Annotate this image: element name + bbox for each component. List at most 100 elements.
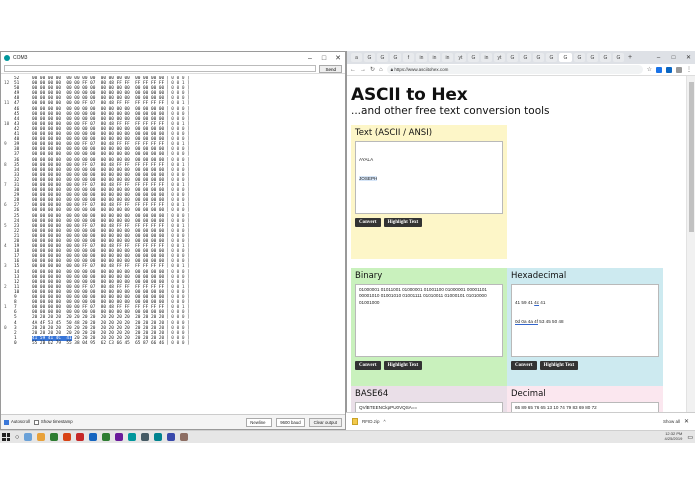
linkedin-extension-icon[interactable] [666, 66, 672, 73]
browser-tab[interactable]: G [559, 53, 572, 62]
app-icon[interactable] [167, 433, 176, 441]
close-icon[interactable]: ✕ [684, 418, 689, 425]
search-icon[interactable]: ○ [15, 434, 19, 441]
forward-icon[interactable]: → [360, 67, 366, 73]
text-convert-button[interactable]: Convert [355, 218, 381, 227]
browser-tab[interactable]: G [468, 53, 479, 62]
autoscroll-checkbox[interactable]: Autoscroll [4, 419, 30, 425]
hex-convert-button[interactable]: Convert [511, 361, 537, 370]
reload-icon[interactable]: ↻ [370, 66, 375, 73]
new-tab-icon[interactable]: + [628, 54, 632, 61]
text-panel-title: Text (ASCII / ANSI) [355, 128, 433, 138]
menu-icon[interactable]: ⋮ [686, 66, 692, 73]
browser-tab[interactable]: in [442, 53, 453, 62]
clock[interactable]: 12:32 PM 4/25/2019 [665, 432, 683, 441]
browser-tab[interactable]: G [507, 53, 518, 62]
browser-tab[interactable]: a [351, 53, 362, 62]
desktop: COM3 – □ ✕ Send 52 00 00 00 00 00 00 00 0… [0, 0, 695, 494]
address-bar[interactable]: 🔒︎ https://www.asciitohex.com [386, 65, 643, 74]
close-icon[interactable]: ✕ [331, 54, 345, 62]
binary-convert-button[interactable]: Convert [355, 361, 381, 370]
hex-panel: Hexadecimal 41 59 41 4c 41 0d 0a 4a 4f 5… [507, 268, 663, 386]
chrome-icon[interactable] [50, 433, 59, 441]
decimal-panel-title: Decimal [511, 389, 546, 399]
serial-output[interactable]: 52 00 00 00 00 00 00 00 00 00 00 00 00 00… [4, 76, 342, 413]
explorer-icon[interactable] [37, 433, 46, 441]
serial-row: 0 55 2B 62 79 55 38 04 95 62 C3 66 45 65 … [4, 341, 342, 346]
browser-tab[interactable]: G [613, 53, 624, 62]
profile-avatar[interactable] [676, 66, 682, 73]
serial-input[interactable] [4, 65, 317, 72]
browser-tab[interactable]: G [377, 53, 388, 62]
app-icon[interactable] [154, 433, 163, 441]
serial-monitor-window: COM3 – □ ✕ Send 52 00 00 00 00 00 00 00 0… [0, 51, 346, 430]
binary-input[interactable]: 01000001 01011001 01000001 01001100 0100… [355, 284, 503, 357]
browser-tab[interactable]: G [574, 53, 585, 62]
start-icon[interactable] [2, 433, 10, 441]
browser-tab[interactable]: G [533, 53, 544, 62]
send-button[interactable]: Send [319, 64, 342, 73]
notification-icon[interactable]: ▭ [687, 434, 693, 441]
browser-tab[interactable]: G [546, 53, 557, 62]
pdf-icon[interactable] [76, 433, 85, 441]
binary-highlight-button[interactable]: Highlight Text [383, 361, 423, 370]
text-panel: Text (ASCII / ANSI) AYALA JOSEPH Convert… [351, 125, 507, 259]
hex-line-1c: 41 [539, 299, 546, 305]
hex-panel-title: Hexadecimal [511, 271, 567, 281]
text-input[interactable]: AYALA JOSEPH [355, 141, 503, 214]
site-tagline: ...and other free text conversion tools [351, 105, 550, 117]
checkbox-unchecked-icon [33, 419, 39, 425]
task-view-icon[interactable] [24, 433, 33, 441]
chevron-up-icon[interactable]: ^ [384, 419, 386, 424]
arduino-icon[interactable] [128, 433, 137, 441]
word-icon[interactable] [89, 433, 98, 441]
minimize-icon[interactable]: – [303, 55, 317, 62]
close-icon[interactable]: ✕ [682, 54, 695, 61]
extension-icon[interactable] [656, 66, 662, 73]
text-line-1: AYALA [359, 156, 374, 162]
terminal-icon[interactable] [141, 433, 150, 441]
browser-tab[interactable]: G [587, 53, 598, 62]
clear-output-button[interactable]: Clear output [308, 417, 342, 427]
browser-tab[interactable]: yt [494, 53, 505, 62]
browser-tab[interactable]: in [429, 53, 440, 62]
hex-input[interactable]: 41 59 41 4c 41 0d 0a 4a 4f 53 45 50 48 [511, 284, 659, 357]
show-all-link[interactable]: Show all [663, 419, 680, 424]
onenote-icon[interactable] [115, 433, 124, 441]
maximize-icon[interactable]: □ [317, 55, 331, 62]
timestamp-checkbox[interactable]: Show timestamp [33, 419, 73, 425]
arduino-icon [4, 55, 10, 61]
line-ending-select[interactable]: Newline [246, 417, 273, 427]
text-line-2: JOSEPH [359, 176, 499, 182]
minimize-icon[interactable]: – [652, 55, 665, 61]
star-icon[interactable]: ☆ [647, 66, 652, 73]
browser-tab[interactable]: G [600, 53, 611, 62]
site-brand[interactable]: ASCII to Hex [351, 85, 468, 105]
hex-line-2b: 53 45 50 48 [538, 319, 564, 325]
page-scrollbar[interactable] [686, 76, 695, 430]
browser-tab[interactable]: G [520, 53, 531, 62]
browser-tab[interactable]: in [481, 53, 492, 62]
app-icon[interactable] [180, 433, 189, 441]
scrollbar-thumb[interactable] [689, 82, 694, 232]
row-sector-number: 0 [14, 340, 17, 346]
text-highlight-button[interactable]: Highlight Text [383, 218, 423, 227]
home-icon[interactable]: ⌂ [379, 67, 383, 73]
tab-strip: a G G Gf in in in yt Gin yt G G G G G G G G G + – □ ✕ [347, 51, 695, 64]
browser-tab[interactable]: yt [455, 53, 466, 62]
maximize-icon[interactable]: □ [667, 55, 680, 61]
browser-tab[interactable]: f [403, 53, 414, 62]
excel-icon[interactable] [102, 433, 111, 441]
browser-tab[interactable]: G [364, 53, 375, 62]
browser-tab[interactable]: in [416, 53, 427, 62]
hex-highlight-button[interactable]: Highlight Text [539, 361, 579, 370]
row-block-number [4, 341, 14, 346]
browser-tab[interactable]: G [390, 53, 401, 62]
firefox-icon[interactable] [63, 433, 72, 441]
row-hex-bytes: 55 2B 62 79 55 38 04 95 62 C3 66 45 65 8… [32, 340, 165, 346]
baud-select[interactable]: 9600 baud [276, 417, 305, 427]
base64-panel-title: BASE64 [355, 389, 389, 399]
send-row: Send [1, 64, 345, 74]
back-icon[interactable]: ← [350, 67, 356, 73]
download-file-name[interactable]: RFID.zip [362, 419, 380, 424]
